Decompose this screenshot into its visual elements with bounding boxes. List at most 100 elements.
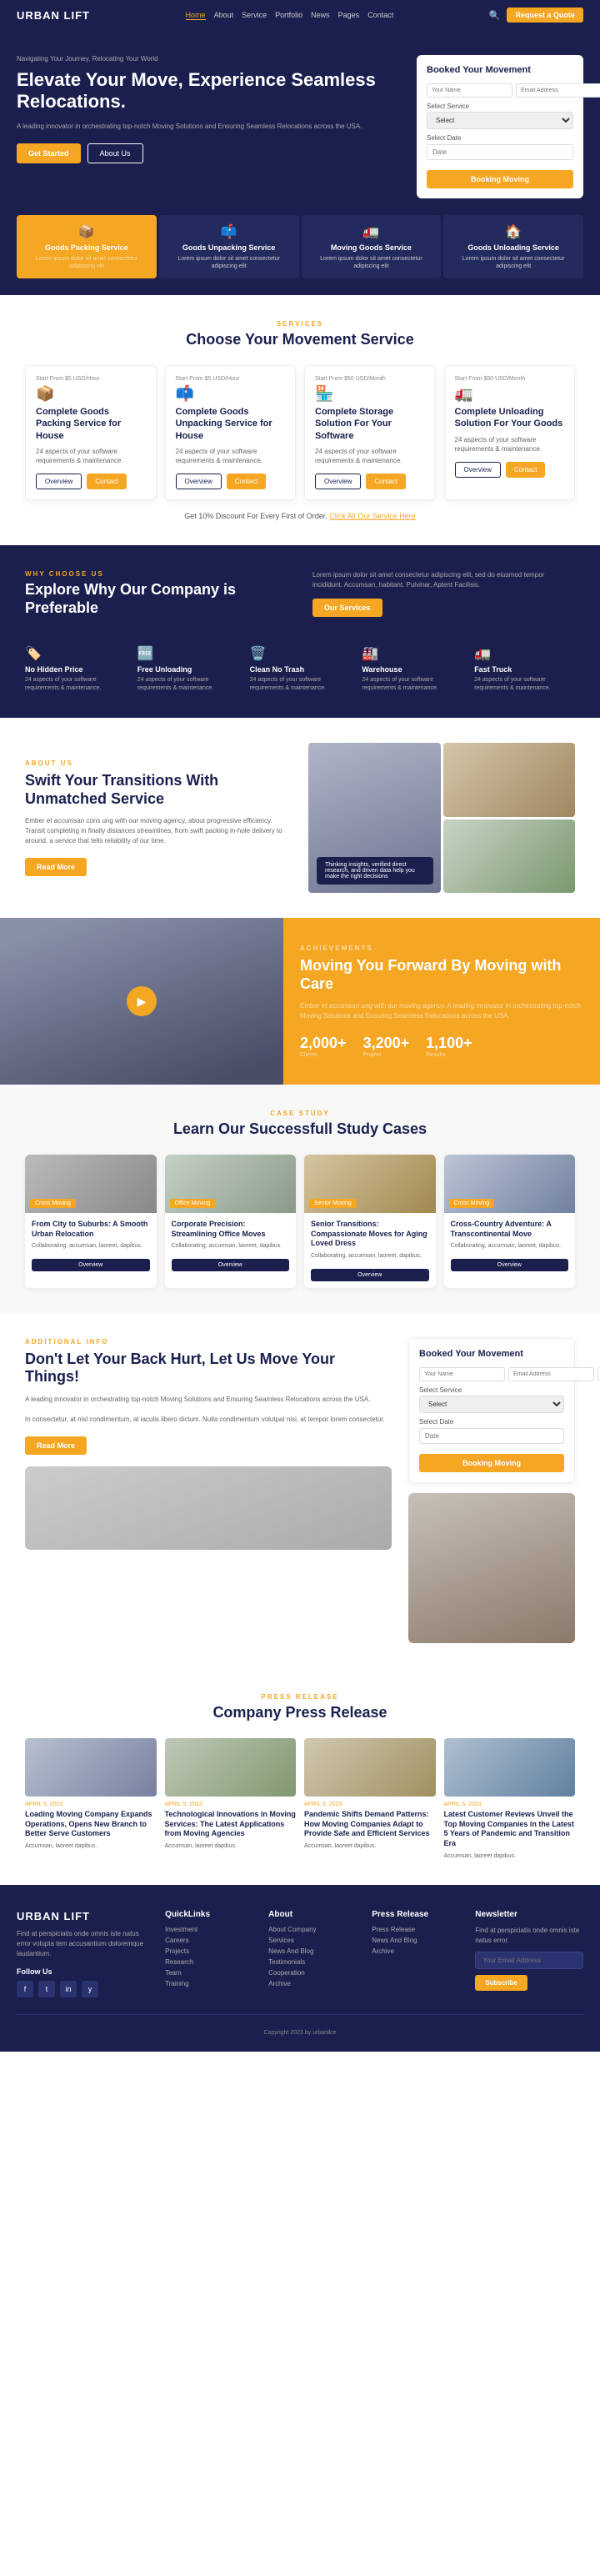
moving-play-button[interactable]: ▶ xyxy=(127,986,157,1016)
social-youtube-icon[interactable]: y xyxy=(82,1981,98,1997)
footer-link-investment[interactable]: Investment xyxy=(165,1926,255,1933)
footer-newsletter-input[interactable] xyxy=(475,1952,583,1969)
nav-item-about[interactable]: About xyxy=(214,11,234,20)
about-quote-box: Thinking insights, verified direct resea… xyxy=(317,857,433,885)
form-submit-button[interactable]: Booking Moving xyxy=(427,170,573,188)
why-feature-desc-1: 24 aspects of your software requirements… xyxy=(138,676,238,693)
why-services-button[interactable]: Our Services xyxy=(312,599,382,617)
case-title-1: Corporate Precision: Streamlining Office… xyxy=(172,1220,290,1239)
case-body-2: Senior Transitions: Compassionate Moves … xyxy=(304,1213,436,1288)
footer-about-services[interactable]: Services xyxy=(268,1937,358,1944)
case-img-1: Office Moving xyxy=(165,1155,297,1213)
form-date-input[interactable] xyxy=(427,144,573,160)
case-btn-1[interactable]: Overview xyxy=(172,1259,290,1271)
press-desc-3: Accumsan, laoreet dapibus. xyxy=(444,1852,576,1861)
why-feature-0: 🏷️ No Hidden Price 24 aspects of your so… xyxy=(25,645,126,693)
case-desc-0: Collaborating, accumsan, laoreet, dapibu… xyxy=(32,1242,150,1250)
why-feature-icon-2: 🗑️ xyxy=(250,645,351,662)
svc-contact-btn-0[interactable]: Contact xyxy=(87,474,127,489)
hero-svc-card-0[interactable]: 📦 Goods Packing Service Lorem ipsum dolo… xyxy=(17,215,157,278)
form-name-input[interactable] xyxy=(427,83,512,98)
footer-press-link-1[interactable]: News And Blog xyxy=(372,1937,462,1944)
case-btn-0[interactable]: Overview xyxy=(32,1259,150,1271)
footer-link-team[interactable]: Team xyxy=(165,1969,255,1977)
cta-email-input[interactable] xyxy=(508,1367,594,1381)
footer-link-careers[interactable]: Careers xyxy=(165,1937,255,1944)
svc-overview-btn-1[interactable]: Overview xyxy=(176,474,222,489)
press-section: PRESS RELEASE Company Press Release APRI… xyxy=(0,1668,600,1886)
moving-stats: 2,000+ Clients 3,200+ Project 1,100+ Res… xyxy=(300,1035,583,1058)
footer-link-training[interactable]: Training xyxy=(165,1980,255,1987)
case-btn-2[interactable]: Overview xyxy=(311,1269,429,1281)
svc-desc-2: 24 aspects of your software requirements… xyxy=(315,447,425,465)
about-title: Swift Your Transitions With Unmatched Se… xyxy=(25,772,292,808)
why-desc: Lorem ipsum dolor sit amet consectetur a… xyxy=(312,570,575,590)
footer-press-link-2[interactable]: Archive xyxy=(372,1947,462,1955)
form-date-group: Select Date xyxy=(427,134,573,160)
hero-svc-card-1[interactable]: 📫 Goods Unpacking Service Lorem ipsum do… xyxy=(159,215,299,278)
about-readmore-button[interactable]: Read More xyxy=(25,858,87,876)
nav-item-news[interactable]: News xyxy=(311,11,330,20)
form-email-input[interactable] xyxy=(516,83,600,98)
svc-overview-btn-3[interactable]: Overview xyxy=(455,462,501,478)
cta-right: Booked Your Movement Select Service Sele… xyxy=(408,1338,575,1643)
footer-about-company[interactable]: About Company xyxy=(268,1926,358,1933)
cta-readmore-button[interactable]: Read More xyxy=(25,1436,87,1455)
nav-item-service[interactable]: Service xyxy=(242,11,267,20)
svc-overview-btn-0[interactable]: Overview xyxy=(36,474,82,489)
nav-item-contact[interactable]: Contact xyxy=(368,11,393,20)
case-btn-3[interactable]: Overview xyxy=(451,1259,569,1271)
footer-press-col: Press Release Press Release News And Blo… xyxy=(372,1910,462,1997)
footer-desc: Find at perspiciatis onde omnis iste nat… xyxy=(17,1929,152,1959)
hero-section: Navigating Your Journey, Relocating Your… xyxy=(0,30,600,215)
nav-item-home[interactable]: Home xyxy=(186,11,206,20)
case-card-0: Cross Moving From City to Suburbs: A Smo… xyxy=(25,1155,157,1288)
about-img-2 xyxy=(443,743,576,893)
cta-service-select[interactable]: Select xyxy=(419,1396,564,1413)
footer-about-testimonials[interactable]: Testimonials xyxy=(268,1958,358,1966)
footer-link-research[interactable]: Research xyxy=(165,1958,255,1966)
footer-about-news[interactable]: News And Blog xyxy=(268,1947,358,1955)
cta-date-label: Select Date xyxy=(419,1418,564,1426)
nav-item-pages[interactable]: Pages xyxy=(338,11,360,20)
svc-contact-btn-1[interactable]: Contact xyxy=(227,474,267,489)
cta-form-submit[interactable]: Booking Moving xyxy=(419,1454,564,1472)
svc-overview-btn-2[interactable]: Overview xyxy=(315,474,361,489)
nav-cta-button[interactable]: Request a Quote xyxy=(507,8,583,23)
social-twitter-icon[interactable]: t xyxy=(38,1981,55,1997)
hero-breadcrumb: Navigating Your Journey, Relocating Your… xyxy=(17,55,400,63)
footer-copyright: Copyright 2023 by urbanllce xyxy=(263,2030,336,2036)
cta-name-input[interactable] xyxy=(419,1367,505,1381)
moving-right: ACHIEVEMENTS Moving You Forward By Movin… xyxy=(283,918,600,1085)
footer-link-projects[interactable]: Projects xyxy=(165,1947,255,1955)
navbar: URBAN LIFT Home About Service Portfolio … xyxy=(0,0,600,30)
discount-link[interactable]: Click All Our Service Here xyxy=(329,512,416,520)
footer-about-cooperation[interactable]: Cooperation xyxy=(268,1969,358,1977)
hero-svc-card-2[interactable]: 🚛 Moving Goods Service Lorem ipsum dolor… xyxy=(302,215,442,278)
case-body-3: Cross-Country Adventure: A Transcontinen… xyxy=(444,1213,576,1278)
hero-svc-card-3[interactable]: 🏠 Goods Unloading Service Lorem ipsum do… xyxy=(443,215,583,278)
svc-contact-btn-2[interactable]: Contact xyxy=(366,474,406,489)
cta-date-input[interactable] xyxy=(419,1428,564,1444)
why-feature-title-0: No Hidden Price xyxy=(25,665,126,674)
social-facebook-icon[interactable]: f xyxy=(17,1981,33,1997)
case-cards-row: Cross Moving From City to Suburbs: A Smo… xyxy=(25,1155,575,1288)
hero-get-started-button[interactable]: Get Started xyxy=(17,143,81,163)
svc-contact-btn-3[interactable]: Contact xyxy=(506,462,546,478)
footer-press-link-0[interactable]: Press Release xyxy=(372,1926,462,1933)
footer-socials: f t in y xyxy=(17,1981,152,1997)
svc-tag-1: Start From $5 USD/Hour xyxy=(176,376,286,382)
hero-svc-desc-1: Lorem ipsum dolor sit amet consectetur a… xyxy=(166,255,292,270)
case-img-2: Senior Moving xyxy=(304,1155,436,1213)
search-icon[interactable]: 🔍 xyxy=(489,10,501,21)
nav-item-portfolio[interactable]: Portfolio xyxy=(275,11,302,20)
form-service-select[interactable]: Select xyxy=(427,112,573,129)
why-title: Explore Why Our Company is Preferable xyxy=(25,581,288,617)
footer-about-archive[interactable]: Archive xyxy=(268,1980,358,1987)
social-linkedin-icon[interactable]: in xyxy=(60,1981,77,1997)
hero-about-button[interactable]: About Us xyxy=(88,143,143,163)
case-title-2: Senior Transitions: Compassionate Moves … xyxy=(311,1220,429,1249)
footer-newsletter-button[interactable]: Subscribe xyxy=(475,1975,528,1991)
about-section: ABOUT US Swift Your Transitions With Unm… xyxy=(0,718,600,918)
svc-icon-0: 📦 xyxy=(36,385,146,403)
